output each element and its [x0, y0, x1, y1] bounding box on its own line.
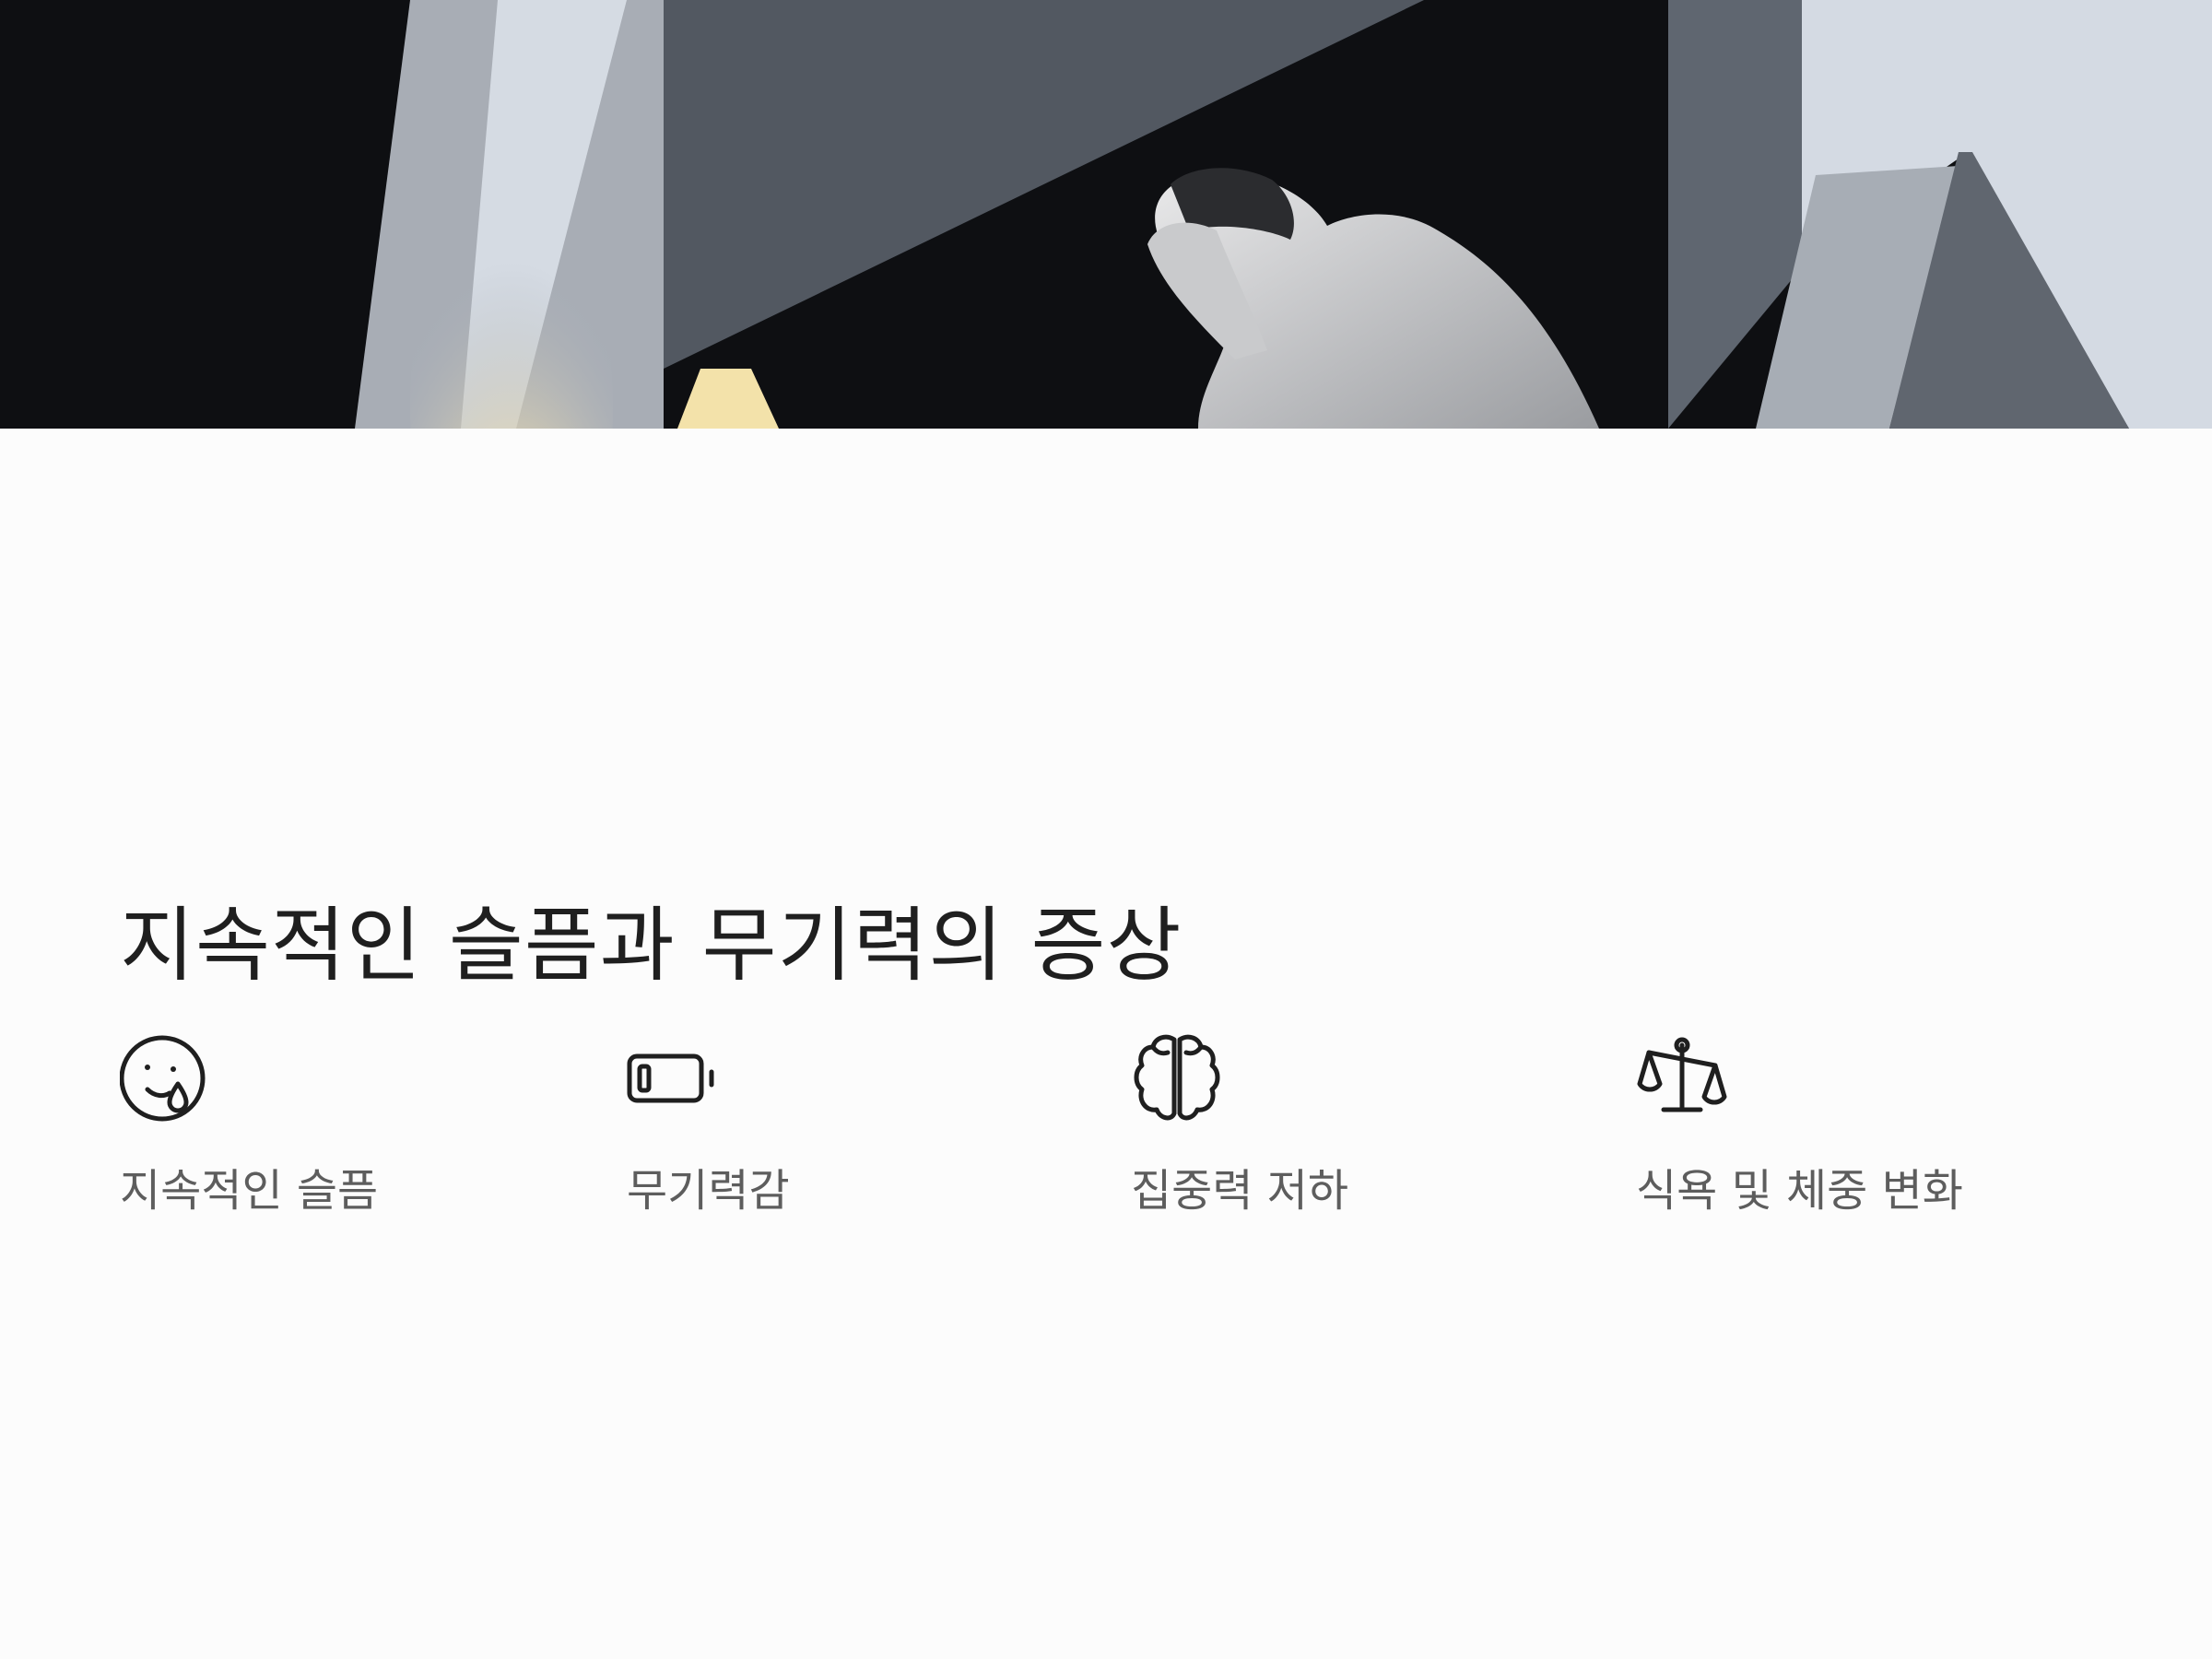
- symptom-label: 식욕 및 체중 변화: [1636, 1165, 1963, 1217]
- crying-face-icon: [120, 1035, 206, 1122]
- hero-banner-image: [0, 0, 2212, 429]
- symptom-poor-concentration: 집중력 저하: [1131, 1032, 1518, 1217]
- balance-scale-icon: [1637, 1037, 1727, 1112]
- symptom-persistent-sadness: 지속적인 슬픔: [120, 1032, 507, 1217]
- symptom-appetite-weight-change: 식욕 및 체중 변화: [1636, 1032, 2023, 1217]
- symptom-label: 무기력감: [627, 1165, 790, 1217]
- symptom-label: 지속적인 슬픔: [120, 1165, 379, 1217]
- brain-icon: [1134, 1034, 1220, 1121]
- low-battery-icon: [627, 1053, 714, 1103]
- section-title: 지속적인 슬픔과 무기력의 증상: [120, 898, 1182, 993]
- symptom-lethargy: 무기력감: [627, 1032, 1014, 1217]
- symptom-label: 집중력 저하: [1131, 1165, 1349, 1217]
